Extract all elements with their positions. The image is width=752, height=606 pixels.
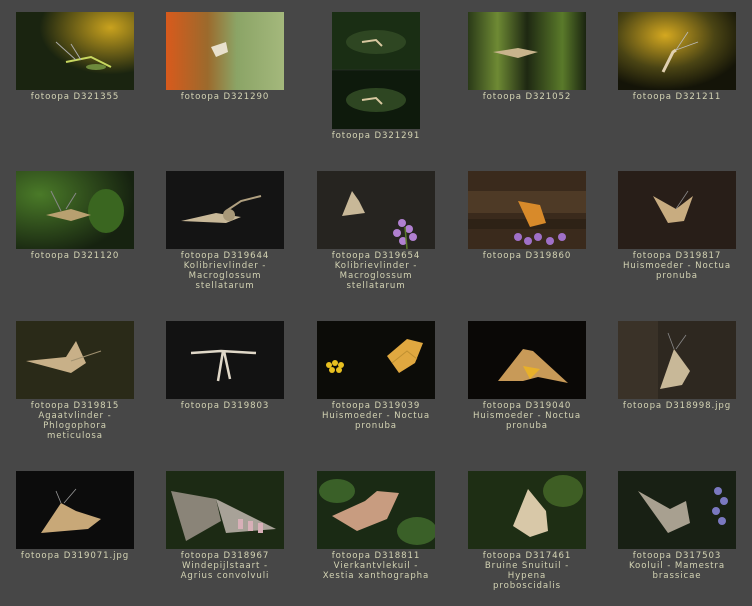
thumbnail-caption: fotoopa D319654 Kolibrievlinder - Macrog… <box>331 251 421 291</box>
gallery-item[interactable]: fotoopa D319071.jpg <box>0 471 150 561</box>
gallery-item[interactable]: fotoopa D319040 Huismoeder - Noctua pron… <box>452 321 602 431</box>
gallery-item[interactable]: fotoopa D321052 <box>452 12 602 102</box>
thumbnail-caption: fotoopa D319860 <box>482 251 572 261</box>
thumbnail-image[interactable] <box>618 12 736 90</box>
thumbnail-caption: fotoopa D317461 Bruine Snuituil - Hypena… <box>482 551 572 591</box>
thumbnail-caption: fotoopa D318811 Vierkantvlekuil - Xestia… <box>322 551 430 581</box>
thumbnail-image[interactable] <box>618 171 736 249</box>
gallery-item[interactable]: fotoopa D319860 <box>452 171 602 261</box>
thumbnail-image[interactable] <box>468 12 586 90</box>
gallery-item[interactable]: fotoopa D318998.jpg <box>602 321 752 411</box>
thumbnail-image[interactable] <box>618 471 736 549</box>
gallery-item[interactable]: fotoopa D319815 Agaatvlinder - Phlogopho… <box>0 321 150 441</box>
thumbnail-caption: fotoopa D321052 <box>482 92 572 102</box>
thumbnail-caption: fotoopa D319817 Huismoeder - Noctua pron… <box>622 251 732 281</box>
thumbnail-caption: fotoopa D319039 Huismoeder - Noctua pron… <box>321 401 431 431</box>
gallery-item[interactable]: fotoopa D318811 Vierkantvlekuil - Xestia… <box>301 471 451 581</box>
thumbnail-caption: fotoopa D319040 Huismoeder - Noctua pron… <box>472 401 582 431</box>
gallery-item[interactable]: fotoopa D317461 Bruine Snuituil - Hypena… <box>452 471 602 591</box>
thumbnail-image[interactable] <box>16 321 134 399</box>
thumbnail-image[interactable] <box>166 321 284 399</box>
thumbnail-image[interactable] <box>468 171 586 249</box>
thumbnail-caption: fotoopa D321211 <box>632 92 722 102</box>
thumbnail-caption: fotoopa D321355 <box>30 92 120 102</box>
thumbnail-caption: fotoopa D317503 Kooluil - Mamestra brass… <box>628 551 726 581</box>
thumbnail-caption: fotoopa D318998.jpg <box>622 401 732 411</box>
gallery-item[interactable]: fotoopa D321355 <box>0 12 150 102</box>
thumbnail-caption: fotoopa D318967 Windepijlstaart - Agrius… <box>180 551 270 581</box>
gallery-item[interactable]: fotoopa D319817 Huismoeder - Noctua pron… <box>602 171 752 281</box>
thumbnail-image[interactable] <box>16 471 134 549</box>
gallery-item[interactable]: fotoopa D321120 <box>0 171 150 261</box>
thumbnail-image[interactable] <box>332 12 420 129</box>
thumbnail-image[interactable] <box>618 321 736 399</box>
gallery-item[interactable]: fotoopa D319039 Huismoeder - Noctua pron… <box>301 321 451 431</box>
gallery-item[interactable]: fotoopa D321290 <box>150 12 300 102</box>
gallery-item[interactable]: fotoopa D317503 Kooluil - Mamestra brass… <box>602 471 752 581</box>
photo-gallery: fotoopa D321355 fotoopa D321290 fotoopa … <box>0 0 752 606</box>
thumbnail-caption: fotoopa D321290 <box>180 92 270 102</box>
gallery-item[interactable]: fotoopa D321211 <box>602 12 752 102</box>
thumbnail-image[interactable] <box>16 12 134 90</box>
thumbnail-image[interactable] <box>468 471 586 549</box>
thumbnail-caption: fotoopa D321291 <box>331 131 421 141</box>
thumbnail-caption: fotoopa D319644 Kolibrievlinder - Macrog… <box>180 251 270 291</box>
thumbnail-image[interactable] <box>317 321 435 399</box>
thumbnail-caption: fotoopa D321120 <box>30 251 120 261</box>
thumbnail-caption: fotoopa D319803 <box>180 401 270 411</box>
gallery-item[interactable]: fotoopa D321291 <box>301 12 451 141</box>
thumbnail-image[interactable] <box>16 171 134 249</box>
thumbnail-image[interactable] <box>468 321 586 399</box>
thumbnail-image[interactable] <box>317 171 435 249</box>
thumbnail-image[interactable] <box>166 171 284 249</box>
gallery-item[interactable]: fotoopa D319803 <box>150 321 300 411</box>
gallery-item[interactable]: fotoopa D319654 Kolibrievlinder - Macrog… <box>301 171 451 291</box>
thumbnail-caption: fotoopa D319815 Agaatvlinder - Phlogopho… <box>30 401 120 441</box>
thumbnail-image[interactable] <box>166 471 284 549</box>
gallery-item[interactable]: fotoopa D318967 Windepijlstaart - Agrius… <box>150 471 300 581</box>
gallery-item[interactable]: fotoopa D319644 Kolibrievlinder - Macrog… <box>150 171 300 291</box>
thumbnail-image[interactable] <box>317 471 435 549</box>
thumbnail-caption: fotoopa D319071.jpg <box>20 551 130 561</box>
thumbnail-image[interactable] <box>166 12 284 90</box>
